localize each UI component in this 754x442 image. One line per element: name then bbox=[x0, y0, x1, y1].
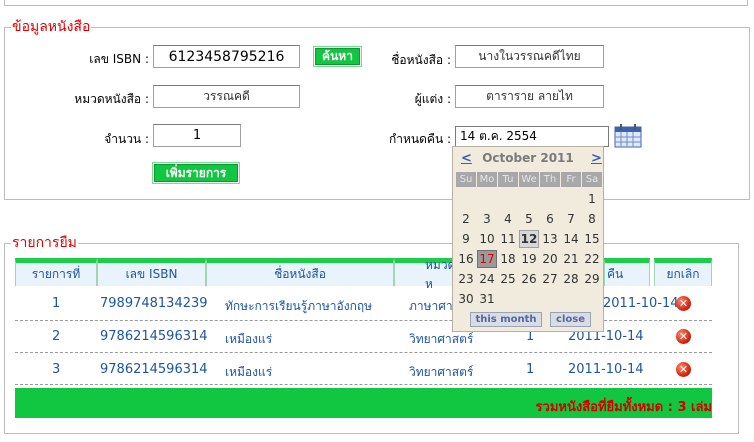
search-button[interactable]: ค้นหา bbox=[313, 46, 362, 67]
delete-icon[interactable]: ✕ bbox=[676, 296, 691, 311]
calendar-day[interactable]: 4 bbox=[498, 210, 518, 228]
header-title: ชื่อหนังสือ bbox=[206, 258, 394, 286]
calendar-day[interactable]: 24 bbox=[477, 270, 497, 288]
month-title: October 2011 bbox=[453, 151, 603, 169]
add-item-button[interactable]: เพิ่มรายการ bbox=[152, 162, 240, 184]
calendar-day[interactable]: 23 bbox=[456, 270, 476, 288]
row2-no: 2 bbox=[52, 329, 61, 344]
month-title-text: October 2011 bbox=[482, 151, 574, 165]
weekday-header: Su bbox=[456, 172, 476, 187]
calendar-day[interactable]: 26 bbox=[519, 270, 539, 288]
due-label: กำหนดคืน : bbox=[389, 132, 451, 146]
calendar-day[interactable]: 27 bbox=[540, 270, 560, 288]
row3-title: เหมืองแร่ bbox=[225, 365, 273, 379]
calendar-day[interactable]: 17 bbox=[477, 250, 497, 268]
quantity-label: จำนวน : bbox=[104, 132, 149, 146]
weekday-header: Tu bbox=[498, 172, 518, 187]
row2-title: เหมืองแร่ bbox=[225, 332, 273, 346]
calendar-day[interactable]: 18 bbox=[498, 250, 518, 268]
calendar-day[interactable]: 1 bbox=[582, 190, 602, 208]
weekday-header: We bbox=[519, 172, 539, 187]
total-text: รวมหนังสือที่ยืมทั้งหมด : 3 เล่ม bbox=[535, 400, 712, 415]
calendar-day[interactable]: 15 bbox=[582, 230, 602, 248]
row3-due: 2011-10-14 bbox=[568, 362, 644, 377]
calendar-day[interactable]: 10 bbox=[477, 230, 497, 248]
header-isbn: เลข ISBN bbox=[97, 258, 206, 286]
row1-isbn: 7989748134239 bbox=[100, 296, 208, 311]
weekday-header: Sa bbox=[582, 172, 602, 187]
row1-category: ภาษาศา bbox=[409, 299, 453, 313]
title-field[interactable]: นางในวรรณคดีไทย bbox=[455, 45, 604, 68]
calendar-day[interactable]: 19 bbox=[519, 250, 539, 268]
close-button[interactable]: close bbox=[550, 312, 591, 327]
calendar-day[interactable]: 29 bbox=[582, 270, 602, 288]
calendar-day[interactable]: 20 bbox=[540, 250, 560, 268]
header-due: คืน bbox=[604, 258, 650, 286]
row1-due: 2011-10-14 bbox=[603, 296, 679, 311]
calendar-day[interactable]: 14 bbox=[561, 230, 581, 248]
calendar-day[interactable]: 9 bbox=[456, 230, 476, 248]
category-label: หมวดหนังสือ : bbox=[74, 92, 149, 106]
date-picker-popup: < October 2011 > Su Mo Tu We Th Fr Sa 12345678… bbox=[452, 146, 604, 332]
row3-qty: 1 bbox=[526, 362, 535, 377]
calendar-day[interactable]: 30 bbox=[456, 290, 476, 308]
header-category: หมวดห bbox=[394, 258, 455, 291]
calendar-day[interactable]: 31 bbox=[477, 290, 497, 308]
calendar-day[interactable]: 5 bbox=[519, 210, 539, 228]
calendar-day[interactable]: 28 bbox=[561, 270, 581, 288]
header-no: รายการที่ bbox=[15, 258, 97, 286]
row1-no: 1 bbox=[52, 296, 61, 311]
row1-title: ทักษะการเรียนรู้ภาษาอังกฤษ bbox=[225, 299, 373, 313]
quantity-input[interactable]: 1 bbox=[153, 124, 241, 147]
calendar-day[interactable]: 3 bbox=[477, 210, 497, 228]
row-divider bbox=[15, 352, 712, 353]
due-date-input[interactable]: 14 ต.ค. 2554 bbox=[455, 126, 609, 147]
calendar-day[interactable]: 13 bbox=[540, 230, 560, 248]
calendar-day[interactable]: 7 bbox=[561, 210, 581, 228]
top-border-stub bbox=[4, 0, 748, 6]
calendar-day[interactable]: 11 bbox=[498, 230, 518, 248]
author-label: ผู้แต่ง : bbox=[414, 92, 451, 106]
delete-icon[interactable]: ✕ bbox=[676, 329, 691, 344]
isbn-input[interactable]: 6123458795216 bbox=[153, 45, 300, 68]
calendar-icon[interactable] bbox=[614, 124, 642, 148]
book-info-legend: ข้อมูลหนังสือ bbox=[12, 19, 91, 35]
total-bar: รวมหนังสือที่ยืมทั้งหมด : 3 เล่ม bbox=[15, 388, 712, 418]
this-month-button[interactable]: this month bbox=[470, 312, 542, 327]
calendar-day[interactable]: 22 bbox=[582, 250, 602, 268]
row2-category: วิทยาศาสตร์ bbox=[409, 332, 474, 346]
weekday-header: Mo bbox=[477, 172, 497, 187]
calendar-day[interactable]: 8 bbox=[582, 210, 602, 228]
title-label: ชื่อหนังสือ : bbox=[391, 53, 451, 67]
loan-list-legend: รายการยืม bbox=[12, 235, 77, 251]
weekday-header: Fr bbox=[561, 172, 581, 187]
next-month-button[interactable]: > bbox=[591, 151, 602, 166]
isbn-label: เลข ISBN : bbox=[89, 52, 149, 66]
header-cancel: ยกเลิก bbox=[654, 258, 712, 286]
row3-isbn: 9786214596314 bbox=[100, 362, 208, 377]
row3-category: วิทยาศาสตร์ bbox=[409, 365, 474, 379]
calendar-day[interactable]: 16 bbox=[456, 250, 476, 268]
author-field[interactable]: ตาราราย ลายไท bbox=[455, 85, 604, 108]
calendar-day[interactable]: 25 bbox=[498, 270, 518, 288]
category-field[interactable]: วรรณคดี bbox=[153, 85, 300, 108]
calendar-day[interactable]: 21 bbox=[561, 250, 581, 268]
calendar-day[interactable]: 12 bbox=[519, 230, 539, 248]
weekday-header: Th bbox=[540, 172, 560, 187]
row2-isbn: 9786214596314 bbox=[100, 329, 208, 344]
delete-icon[interactable]: ✕ bbox=[676, 362, 691, 377]
calendar-day[interactable]: 6 bbox=[540, 210, 560, 228]
row3-no: 3 bbox=[52, 362, 61, 377]
row-divider bbox=[15, 320, 712, 321]
calendar-day[interactable]: 2 bbox=[456, 210, 476, 228]
row-divider bbox=[15, 384, 712, 385]
